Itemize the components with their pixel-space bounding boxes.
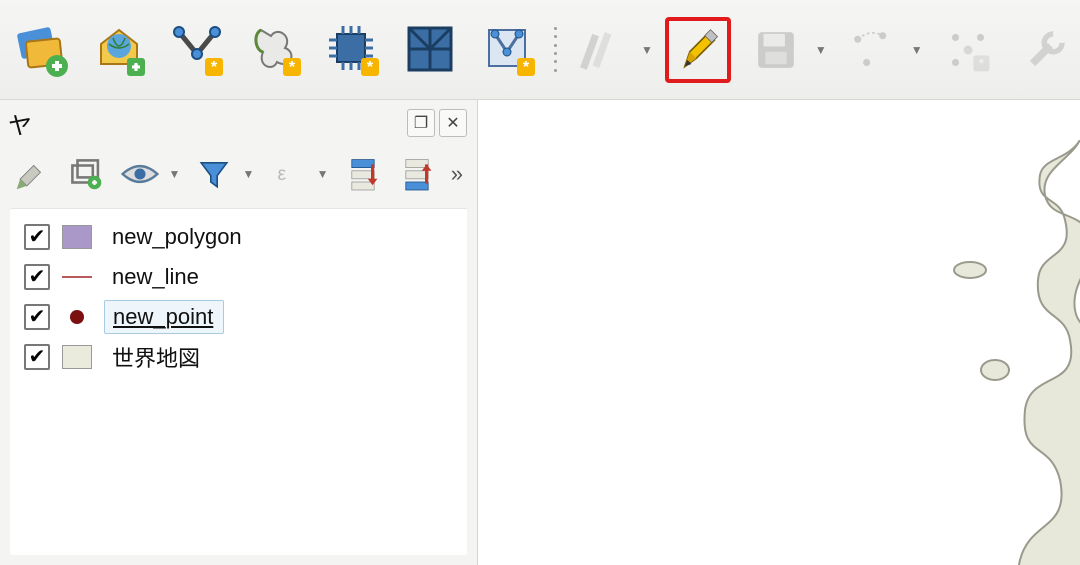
layer-row-line[interactable]: ✔ new_line — [18, 257, 463, 297]
check-icon: ✔ — [29, 307, 46, 327]
layer-visibility-checkbox[interactable]: ✔ — [24, 304, 50, 330]
digitizing-group: ▼ ▼ ▼ — [569, 17, 1079, 83]
add-feature-button — [839, 17, 905, 83]
new-virtual-layer-button[interactable] — [398, 17, 464, 83]
svg-text:*: * — [289, 59, 296, 76]
layer-row-worldmap[interactable]: ✔ 世界地図 — [18, 337, 463, 377]
new-gpu-layer-button[interactable]: * — [320, 17, 386, 83]
layer-symbol-icon — [70, 310, 84, 324]
new-memory-layer-button[interactable]: * — [242, 17, 308, 83]
layer-symbol-icon — [62, 276, 92, 278]
layers-tree[interactable]: ✔ new_polygon ✔ new_line ✔ new_point ✔ — [10, 208, 467, 555]
main-toolbar: * * * — [0, 0, 1080, 100]
map-canvas[interactable] — [478, 100, 1080, 565]
layers-panel-toolbar: ▼ ▼ ε ▼ » — [0, 144, 477, 208]
dropdown-arrow-icon[interactable]: ▼ — [243, 167, 255, 181]
collapse-all-button[interactable] — [397, 153, 437, 195]
layer-label: new_point — [113, 304, 213, 329]
dropdown-arrow-icon: ▼ — [911, 43, 923, 57]
layer-label: new_polygon — [112, 224, 242, 249]
layer-visibility-checkbox[interactable]: ✔ — [24, 344, 50, 370]
manage-visibility-button[interactable] — [120, 153, 160, 195]
layer-symbol-icon — [62, 225, 92, 249]
layers-panel-header: ヤ ❐ ✕ — [0, 100, 477, 144]
layer-row-point[interactable]: ✔ new_point — [18, 297, 463, 337]
open-layer-styling-button[interactable] — [12, 153, 52, 195]
current-edits-button[interactable] — [569, 17, 635, 83]
dropdown-arrow-icon[interactable]: ▼ — [641, 43, 653, 57]
restore-icon: ❐ — [414, 113, 428, 133]
svg-text:*: * — [367, 59, 374, 76]
new-mesh-layer-button[interactable]: * — [476, 17, 542, 83]
check-icon: ✔ — [29, 227, 46, 247]
new-vector-layer-button[interactable] — [8, 17, 74, 83]
new-geopackage-layer-button[interactable]: * — [164, 17, 230, 83]
filter-legend-button[interactable] — [194, 153, 234, 195]
svg-text:ε: ε — [278, 163, 287, 185]
svg-text:*: * — [211, 59, 218, 76]
layer-label: 世界地図 — [112, 346, 200, 371]
layer-symbol-icon — [62, 345, 92, 369]
svg-text:*: * — [523, 59, 530, 76]
data-source-group: * * * — [8, 17, 542, 83]
layer-visibility-checkbox[interactable]: ✔ — [24, 224, 50, 250]
panel-close-button[interactable]: ✕ — [439, 109, 467, 137]
dropdown-arrow-icon[interactable]: ▼ — [168, 167, 180, 181]
save-layer-edits-button — [743, 17, 809, 83]
panel-restore-button[interactable]: ❐ — [407, 109, 435, 137]
close-icon: ✕ — [446, 113, 459, 133]
toolbar-separator — [554, 25, 557, 75]
layer-label: new_line — [112, 264, 199, 289]
expand-all-button[interactable] — [342, 153, 382, 195]
layer-row-polygon[interactable]: ✔ new_polygon — [18, 217, 463, 257]
modify-attributes-button — [1013, 17, 1079, 83]
layers-panel-title: ヤ — [8, 106, 32, 141]
dropdown-arrow-icon: ▼ — [815, 43, 827, 57]
vertex-tool-button: * — [935, 17, 1001, 83]
check-icon: ✔ — [29, 267, 46, 287]
layers-panel: ヤ ❐ ✕ ▼ ▼ ε ▼ — [0, 100, 478, 565]
map-land-shape — [820, 140, 1080, 565]
toggle-editing-button[interactable] — [665, 17, 731, 83]
layer-visibility-checkbox[interactable]: ✔ — [24, 264, 50, 290]
svg-text:*: * — [978, 55, 983, 70]
content-area: ヤ ❐ ✕ ▼ ▼ ε ▼ — [0, 100, 1080, 565]
filter-expression-button[interactable]: ε — [268, 153, 308, 195]
new-spatialite-layer-button[interactable] — [86, 17, 152, 83]
dropdown-arrow-icon[interactable]: ▼ — [317, 167, 329, 181]
add-group-button[interactable] — [66, 153, 106, 195]
panel-toolbar-more[interactable]: » — [451, 161, 465, 187]
check-icon: ✔ — [29, 347, 46, 367]
